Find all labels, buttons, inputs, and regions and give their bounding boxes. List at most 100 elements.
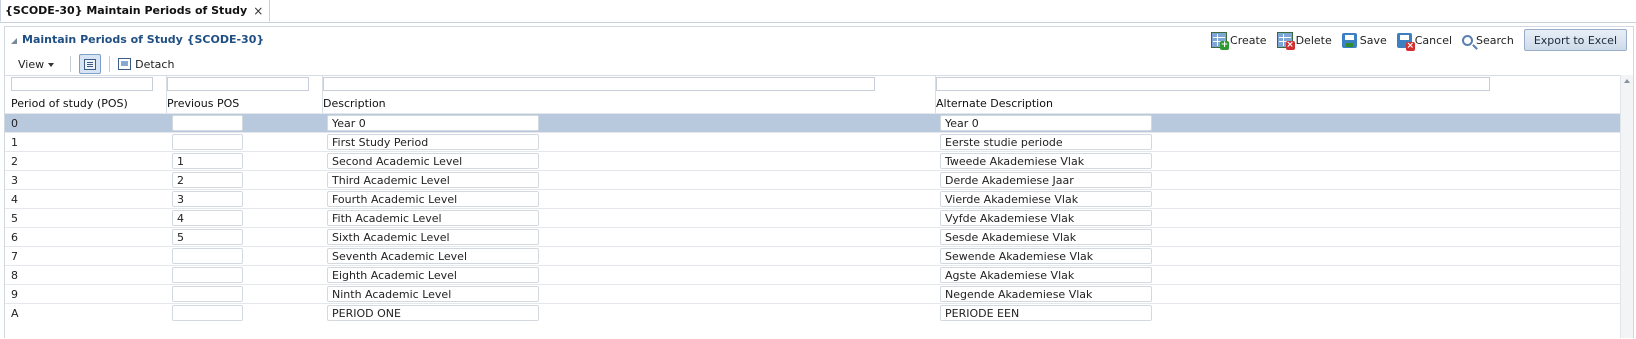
search-icon bbox=[1462, 34, 1474, 46]
tab-maintain-periods[interactable]: {SCODE-30} Maintain Periods of Study × bbox=[0, 0, 271, 22]
close-icon[interactable]: × bbox=[253, 4, 263, 18]
panel-title: Maintain Periods of Study {SCODE-30} bbox=[11, 33, 264, 46]
table-row[interactable]: 8 Eighth Academic Level Agste Akademiese… bbox=[5, 265, 1633, 284]
column-header-prev[interactable]: Previous POS bbox=[167, 97, 239, 110]
column-header-desc[interactable]: Description bbox=[323, 97, 386, 110]
alt-description-input[interactable]: Eerste studie periode bbox=[940, 134, 1152, 150]
cancel-button[interactable]: × Cancel bbox=[1396, 32, 1452, 51]
vertical-scrollbar[interactable] bbox=[1620, 75, 1633, 338]
table-row[interactable]: 4 3 Fourth Academic Level Vierde Akademi… bbox=[5, 189, 1633, 208]
create-icon: + bbox=[1211, 32, 1230, 50]
pos-cell: 4 bbox=[11, 193, 18, 206]
alt-description-input[interactable]: Year 0 bbox=[940, 115, 1152, 131]
detach-button[interactable]: Detach bbox=[118, 58, 174, 71]
view-menu[interactable]: View bbox=[18, 58, 55, 71]
search-button[interactable]: Search bbox=[1462, 34, 1514, 47]
table-toolbar: View Detach bbox=[5, 53, 1633, 75]
toolbar-divider bbox=[70, 56, 72, 72]
tab-title: {SCODE-30} Maintain Periods of Study bbox=[5, 4, 248, 17]
search-label: Search bbox=[1476, 33, 1514, 47]
pos-cell: 8 bbox=[11, 269, 18, 282]
save-label: Save bbox=[1359, 33, 1387, 47]
description-input[interactable]: Second Academic Level bbox=[327, 153, 539, 169]
alt-description-input[interactable]: Derde Akademiese Jaar bbox=[940, 172, 1152, 188]
alt-description-input[interactable]: Vyfde Akademiese Vlak bbox=[940, 210, 1152, 226]
description-input[interactable]: Sixth Academic Level bbox=[327, 229, 539, 245]
delete-label: Delete bbox=[1295, 33, 1332, 47]
description-input[interactable]: Third Academic Level bbox=[327, 172, 539, 188]
alt-description-input[interactable]: PERIODE EEN bbox=[940, 305, 1152, 321]
tab-strip: {SCODE-30} Maintain Periods of Study × bbox=[0, 0, 1636, 23]
maintain-periods-panel: Maintain Periods of Study {SCODE-30} + C… bbox=[4, 26, 1634, 338]
prev-pos-input[interactable] bbox=[172, 248, 243, 264]
alt-description-input[interactable]: Agste Akademiese Vlak bbox=[940, 267, 1152, 283]
cancel-icon: × bbox=[1396, 32, 1415, 51]
table-row[interactable]: 7 Seventh Academic Level Sewende Akademi… bbox=[5, 246, 1633, 265]
table-row[interactable]: 9 Ninth Academic Level Negende Akademies… bbox=[5, 284, 1633, 303]
collapse-icon[interactable] bbox=[11, 37, 17, 44]
filter-pos-input[interactable] bbox=[11, 77, 153, 91]
description-input[interactable]: Ninth Academic Level bbox=[327, 286, 539, 302]
prev-pos-input[interactable]: 1 bbox=[172, 153, 243, 169]
filter-desc-input[interactable] bbox=[323, 77, 875, 91]
freeze-icon bbox=[84, 58, 97, 70]
save-button[interactable]: Save bbox=[1341, 32, 1387, 48]
alt-description-input[interactable]: Sewende Akademiese Vlak bbox=[940, 248, 1152, 264]
delete-button[interactable]: × Delete bbox=[1276, 32, 1332, 50]
prev-pos-input[interactable]: 4 bbox=[172, 210, 243, 226]
prev-pos-input[interactable]: 2 bbox=[172, 172, 243, 188]
table-row[interactable]: 2 1 Second Academic Level Tweede Akademi… bbox=[5, 151, 1633, 170]
pos-cell: 1 bbox=[11, 136, 18, 149]
detach-label: Detach bbox=[135, 57, 175, 71]
table-row[interactable]: 0 Year 0 Year 0 bbox=[5, 113, 1633, 132]
toolbar-divider bbox=[109, 56, 111, 72]
prev-pos-input[interactable] bbox=[172, 286, 243, 302]
pos-cell: 2 bbox=[11, 155, 18, 168]
description-input[interactable]: Year 0 bbox=[327, 115, 539, 131]
prev-pos-input[interactable] bbox=[172, 305, 243, 321]
pos-cell: 6 bbox=[11, 231, 18, 244]
prev-pos-input[interactable] bbox=[172, 115, 243, 131]
delete-icon: × bbox=[1276, 32, 1295, 50]
filter-alt-input[interactable] bbox=[936, 77, 1490, 91]
prev-pos-input[interactable]: 5 bbox=[172, 229, 243, 245]
alt-description-input[interactable]: Negende Akademiese Vlak bbox=[940, 286, 1152, 302]
description-input[interactable]: First Study Period bbox=[327, 134, 539, 150]
freeze-button[interactable] bbox=[79, 54, 102, 74]
column-header-pos[interactable]: Period of study (POS) bbox=[11, 97, 128, 110]
chevron-down-icon bbox=[48, 63, 55, 67]
table-row[interactable]: 5 4 Fith Academic Level Vyfde Akademiese… bbox=[5, 208, 1633, 227]
description-input[interactable]: Fith Academic Level bbox=[327, 210, 539, 226]
alt-description-input[interactable]: Sesde Akademiese Vlak bbox=[940, 229, 1152, 245]
prev-pos-input[interactable] bbox=[172, 267, 243, 283]
table-row[interactable]: 6 5 Sixth Academic Level Sesde Akademies… bbox=[5, 227, 1633, 246]
table-row[interactable]: 3 2 Third Academic Level Derde Akademies… bbox=[5, 170, 1633, 189]
alt-description-input[interactable]: Tweede Akademiese Vlak bbox=[940, 153, 1152, 169]
description-input[interactable]: Fourth Academic Level bbox=[327, 191, 539, 207]
pos-cell: 7 bbox=[11, 250, 18, 263]
panel-header: Maintain Periods of Study {SCODE-30} + C… bbox=[5, 27, 1633, 53]
pos-cell: 3 bbox=[11, 174, 18, 187]
filter-prev-input[interactable] bbox=[167, 77, 309, 91]
alt-description-input[interactable]: Vierde Akademiese Vlak bbox=[940, 191, 1152, 207]
pos-cell: 9 bbox=[11, 288, 18, 301]
pos-cell: A bbox=[11, 307, 19, 320]
prev-pos-input[interactable]: 3 bbox=[172, 191, 243, 207]
create-button[interactable]: + Create bbox=[1211, 32, 1267, 50]
periods-table: Period of study (POS) Previous POS Descr… bbox=[5, 75, 1633, 339]
panel-title-text: Maintain Periods of Study {SCODE-30} bbox=[22, 33, 265, 46]
description-input[interactable]: Eighth Academic Level bbox=[327, 267, 539, 283]
description-input[interactable]: PERIOD ONE bbox=[327, 305, 539, 321]
column-header-row: Period of study (POS) Previous POS Descr… bbox=[5, 95, 1633, 112]
prev-pos-input[interactable] bbox=[172, 134, 243, 150]
action-bar: + Create × Delete Save × Cancel Search E… bbox=[1211, 29, 1627, 51]
description-input[interactable]: Seventh Academic Level bbox=[327, 248, 539, 264]
create-label: Create bbox=[1230, 33, 1267, 47]
scroll-up-icon[interactable] bbox=[1624, 79, 1630, 83]
table-row[interactable]: 1 First Study Period Eerste studie perio… bbox=[5, 132, 1633, 151]
export-to-excel-button[interactable]: Export to Excel bbox=[1523, 29, 1627, 51]
save-icon bbox=[1341, 32, 1357, 48]
table-row[interactable]: A PERIOD ONE PERIODE EEN bbox=[5, 303, 1633, 322]
column-header-alt[interactable]: Alternate Description bbox=[936, 97, 1053, 110]
detach-icon bbox=[118, 58, 132, 70]
